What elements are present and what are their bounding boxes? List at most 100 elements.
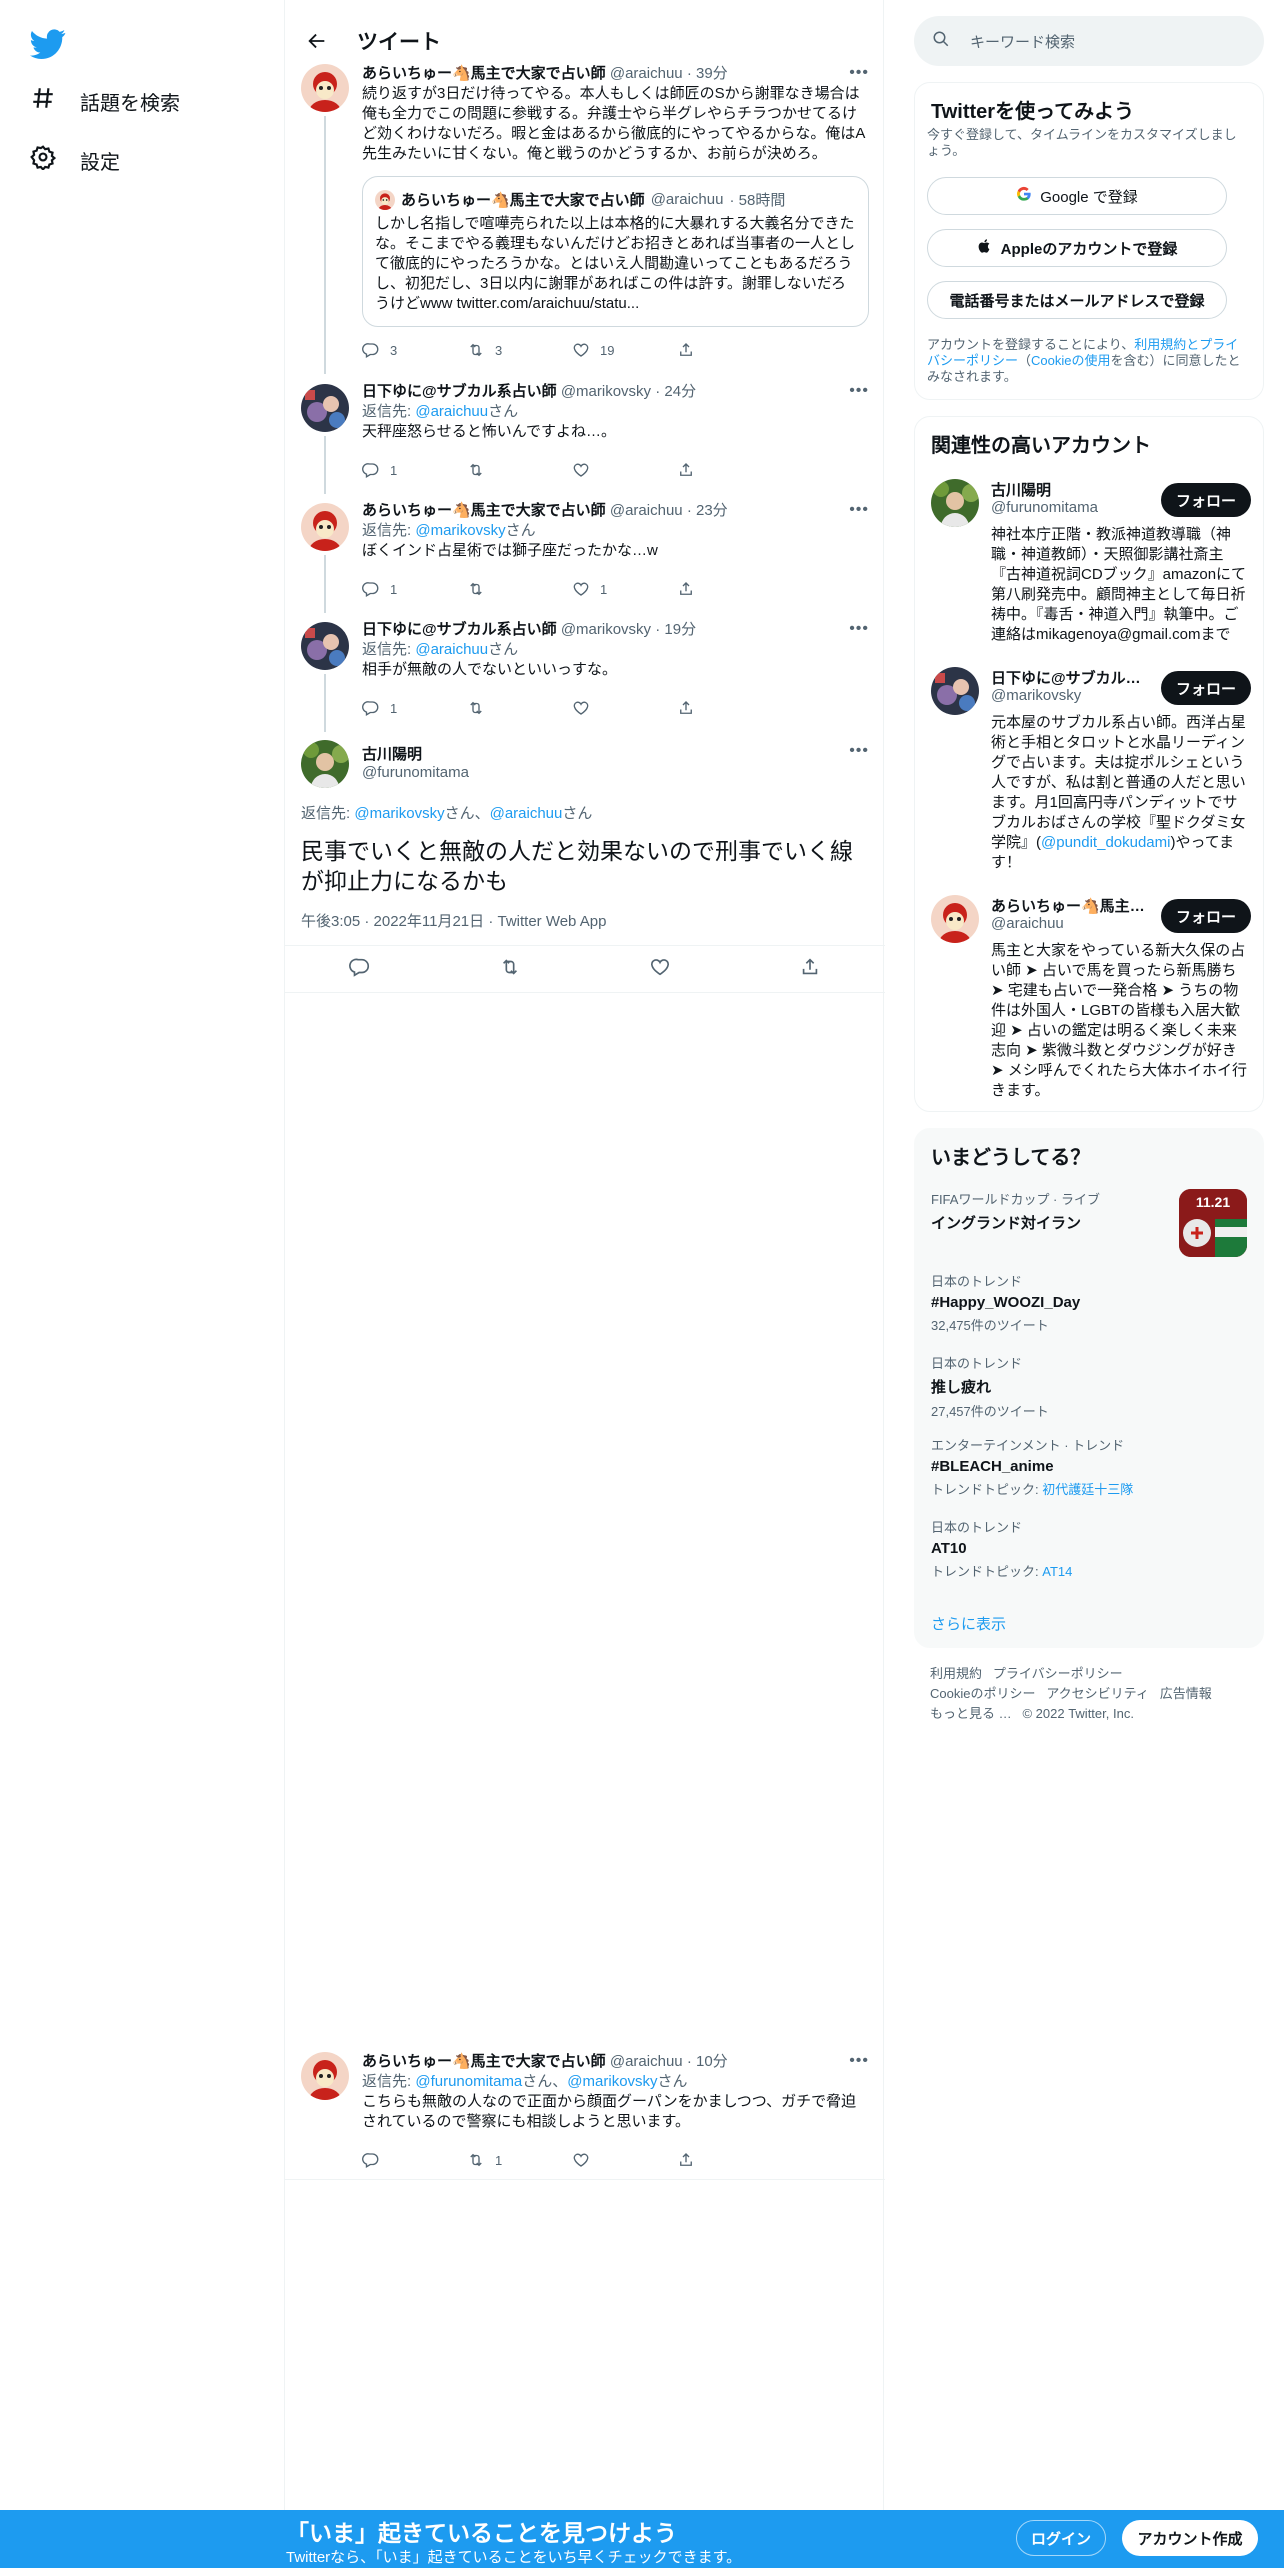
share-icon[interactable] (799, 956, 821, 983)
footer-terms-link[interactable]: 利用規約 (930, 1666, 982, 1681)
trend-item[interactable]: 日本のトレンド #Happy_WOOZI_Day 32,475件のツイート (931, 1271, 1251, 1334)
author-handle[interactable]: @araichuu (610, 65, 683, 82)
more-icon[interactable]: ••• (849, 64, 869, 82)
trend-item[interactable]: FIFAワールドカップ · ライブ イングランド対イラン 11.21 (931, 1189, 1251, 1257)
more-icon[interactable]: ••• (849, 742, 869, 760)
retweet-button[interactable] (467, 698, 572, 718)
reply-button[interactable]: 1 (362, 698, 467, 718)
footer-privacy-link[interactable]: プライバシーポリシー (993, 1666, 1123, 1681)
tweet[interactable]: 日下ゆに@サブカル系占い師 @marikovsky · 24分 ••• 返信先:… (285, 382, 885, 494)
avatar[interactable] (301, 740, 349, 788)
author-name[interactable]: あらいちゅー🐴馬主で大家で占い師 (362, 65, 606, 82)
more-icon[interactable]: ••• (849, 501, 869, 519)
avatar[interactable] (931, 479, 979, 527)
login-button[interactable]: ログイン (1016, 2520, 1106, 2556)
retweet-button[interactable] (467, 579, 572, 599)
reply-to-link[interactable]: @araichuu (415, 641, 488, 658)
google-signup-button[interactable]: Google で登録 (927, 177, 1227, 215)
avatar[interactable] (301, 2052, 349, 2100)
trend-item[interactable]: 日本のトレンド 推し疲れ 27,457件のツイート (931, 1353, 1251, 1420)
more-icon[interactable]: ••• (849, 382, 869, 400)
signup-button[interactable]: アカウント作成 (1122, 2520, 1258, 2556)
trend-item[interactable]: 日本のトレンド AT10 トレンドトピック: AT14 (931, 1517, 1251, 1580)
follow-button[interactable]: フォロー (1161, 899, 1251, 933)
quoted-tweet[interactable]: あらいちゅー🐴馬主で大家で占い師 @araichuu · 58時間 しかし名指し… (362, 176, 869, 327)
share-button[interactable] (677, 340, 782, 360)
reply-button[interactable]: 1 (362, 460, 467, 480)
like-button[interactable] (572, 698, 677, 718)
reply-to-link[interactable]: @marikovsky (567, 2073, 657, 2090)
search-input[interactable]: キーワード検索 (970, 31, 1075, 52)
like-button[interactable]: 19 (572, 340, 677, 360)
retweet-icon[interactable] (499, 956, 521, 983)
like-button[interactable]: 1 (572, 579, 677, 599)
tweet[interactable]: 日下ゆに@サブカル系占い師 @marikovsky · 19分 ••• 返信先:… (285, 620, 885, 732)
tweet-time[interactable]: · 39分 (687, 65, 728, 82)
reply-icon[interactable] (349, 956, 371, 983)
twitter-logo-icon[interactable] (30, 26, 66, 62)
footer-cookie-link[interactable]: Cookieのポリシー (930, 1686, 1035, 1701)
author-name[interactable]: 日下ゆに@サブカル系占い師 (362, 383, 557, 400)
retweet-button[interactable] (467, 460, 572, 480)
reply-to-link[interactable]: @araichuu (415, 403, 488, 420)
avatar[interactable] (301, 384, 349, 432)
author-handle[interactable]: @marikovsky (561, 621, 651, 638)
cookie-link[interactable]: Cookieの使用 (1031, 353, 1110, 368)
trend-topic-link[interactable]: 初代護廷十三隊 (1042, 1482, 1133, 1497)
nav-explore[interactable]: 話題を検索 (30, 78, 180, 124)
account-name[interactable]: 日下ゆに@サブカル系占い師 (991, 667, 1151, 688)
reply-button[interactable] (362, 2150, 467, 2170)
reply-to-link[interactable]: @araichuu (490, 805, 563, 822)
avatar[interactable] (931, 895, 979, 943)
follow-button[interactable]: フォロー (1161, 671, 1251, 705)
account-item[interactable]: 古川陽明 @furunomitama フォロー 神社本庁正階・教派神道教導職（神… (915, 477, 1265, 657)
footer-ads-link[interactable]: 広告情報 (1160, 1686, 1212, 1701)
share-button[interactable] (677, 698, 782, 718)
like-button[interactable] (572, 460, 677, 480)
author-name[interactable]: あらいちゅー🐴馬主で大家で占い師 (362, 502, 606, 519)
author-handle[interactable]: @araichuu (610, 2053, 683, 2070)
reply-to-link[interactable]: @marikovsky (415, 522, 505, 539)
retweet-button[interactable]: 3 (467, 340, 572, 360)
reply-button[interactable]: 1 (362, 579, 467, 599)
like-icon[interactable] (649, 956, 671, 983)
avatar[interactable] (301, 503, 349, 551)
author-name[interactable]: 日下ゆに@サブカル系占い師 (362, 621, 557, 638)
reply-to-link[interactable]: @furunomitama (415, 2073, 522, 2090)
footer-more-link[interactable]: もっと見る … (930, 1706, 1012, 1721)
author-handle[interactable]: @araichuu (610, 502, 683, 519)
trend-topic-link[interactable]: AT14 (1042, 1564, 1072, 1579)
avatar[interactable] (301, 64, 349, 112)
tweet-time[interactable]: · 19分 (655, 621, 696, 638)
avatar[interactable] (301, 622, 349, 670)
tweet[interactable]: あらいちゅー🐴馬主で大家で占い師 @araichuu · 39分 ••• 続り返… (285, 64, 885, 374)
author-handle[interactable]: @furunomitama (362, 764, 469, 781)
tweet-time[interactable]: · 24分 (655, 383, 696, 400)
retweet-button[interactable]: 1 (467, 2150, 572, 2170)
more-icon[interactable]: ••• (849, 620, 869, 638)
show-more-link[interactable]: さらに表示 (931, 1613, 1006, 1634)
like-button[interactable] (572, 2150, 677, 2170)
account-name[interactable]: 古川陽明 (991, 479, 1151, 500)
account-name[interactable]: あらいちゅー🐴馬主で大家で占い師 (991, 895, 1151, 916)
search-box[interactable]: キーワード検索 (914, 16, 1264, 66)
back-arrow-icon[interactable] (297, 21, 337, 61)
account-handle[interactable]: @araichuu (991, 915, 1064, 932)
account-item[interactable]: あらいちゅー🐴馬主で大家で占い師 @araichuu フォロー 馬主と大家をやっ… (915, 895, 1265, 1105)
more-icon[interactable]: ••• (849, 2052, 869, 2070)
tweet[interactable]: あらいちゅー🐴馬主で大家で占い師 @araichuu · 23分 ••• 返信先… (285, 501, 885, 613)
nav-settings[interactable]: 設定 (30, 137, 120, 183)
tweet[interactable]: あらいちゅー🐴馬主で大家で占い師 @araichuu · 10分 ••• 返信先… (285, 2040, 885, 2180)
share-button[interactable] (677, 579, 782, 599)
account-item[interactable]: 日下ゆに@サブカル系占い師 @marikovsky フォロー 元本屋のサブカル系… (915, 667, 1265, 877)
follow-button[interactable]: フォロー (1161, 483, 1251, 517)
author-handle[interactable]: @marikovsky (561, 383, 651, 400)
share-button[interactable] (677, 460, 782, 480)
apple-signup-button[interactable]: Appleのアカウントで登録 (927, 229, 1227, 267)
author-name[interactable]: あらいちゅー🐴馬主で大家で占い師 (362, 2053, 606, 2070)
author-name[interactable]: 古川陽明 (362, 743, 422, 764)
account-handle[interactable]: @marikovsky (991, 687, 1081, 704)
bio-mention-link[interactable]: @pundit_dokudami (1041, 834, 1170, 851)
reply-to-link[interactable]: @marikovsky (354, 805, 444, 822)
tweet-time[interactable]: · 23分 (687, 502, 728, 519)
